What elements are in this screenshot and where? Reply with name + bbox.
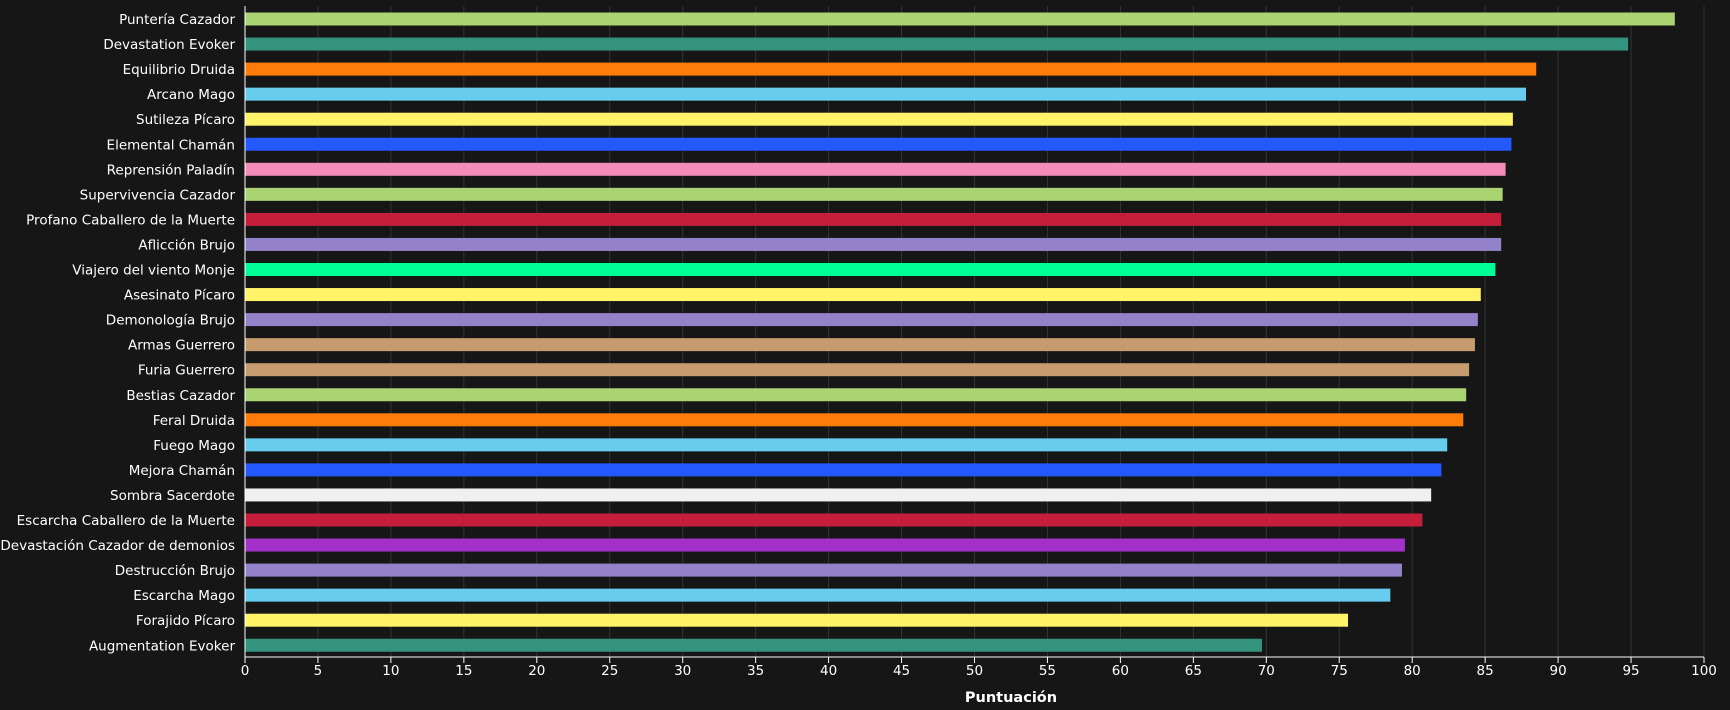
x-axis-title: Puntuación: [965, 690, 1057, 706]
bar-chart: Puntería Cazador Devastation Evoker Equili…: [0, 6, 1717, 706]
x-tick-label-75: 75: [1331, 663, 1348, 679]
category-label-16: Bestias Cazador: [126, 388, 235, 404]
bar-1: [245, 12, 1675, 26]
category-label-7: Reprensión Paladín: [107, 162, 235, 178]
x-tick-label-20: 20: [528, 663, 545, 679]
bar-3: [245, 62, 1537, 76]
category-label-17: Feral Druida: [153, 413, 235, 429]
grid-lines: [317, 6, 1705, 657]
bar-8: [245, 187, 1503, 201]
bar-26: [245, 638, 1262, 652]
x-tick-label-35: 35: [747, 663, 764, 679]
bar-13: [245, 313, 1478, 327]
bar-17: [245, 413, 1464, 427]
x-tick-label-90: 90: [1550, 663, 1567, 679]
chart-container: Puntería Cazador Devastation Evoker Equili…: [0, 0, 1730, 710]
x-tick-label-15: 15: [455, 663, 472, 679]
category-label-14: Armas Guerrero: [128, 338, 235, 354]
category-label-9: Profano Caballero de la Muerte: [26, 212, 235, 228]
x-tick-label-30: 30: [674, 663, 691, 679]
x-tick-label-50: 50: [966, 663, 983, 679]
x-tick-label-70: 70: [1258, 663, 1275, 679]
category-label-22: Devastación Cazador de demonios: [0, 538, 235, 554]
bar-5: [245, 112, 1513, 126]
bars: [245, 12, 1675, 652]
bar-23: [245, 563, 1402, 577]
category-label-19: Mejora Chamán: [129, 463, 235, 479]
x-tick-label-25: 25: [601, 663, 618, 679]
bar-22: [245, 538, 1405, 552]
x-tick-label-80: 80: [1404, 663, 1421, 679]
category-label-4: Arcano Mago: [147, 87, 235, 103]
category-label-2: Devastation Evoker: [103, 37, 235, 53]
category-label-1: Puntería Cazador: [119, 12, 235, 28]
x-tick-label-100: 100: [1691, 663, 1717, 679]
category-label-15: Furia Guerrero: [138, 363, 235, 379]
category-label-24: Escarcha Mago: [133, 588, 235, 604]
bar-18: [245, 438, 1448, 452]
x-tick-label-40: 40: [820, 663, 837, 679]
category-label-13: Demonología Brujo: [106, 313, 235, 329]
bar-6: [245, 137, 1512, 151]
category-label-18: Fuego Mago: [153, 438, 235, 454]
bar-19: [245, 463, 1442, 477]
x-tick-label-55: 55: [1039, 663, 1056, 679]
category-label-12: Asesinato Pícaro: [124, 288, 235, 304]
category-label-23: Destrucción Brujo: [115, 563, 235, 579]
bar-7: [245, 162, 1506, 176]
x-tick-label-0: 0: [241, 663, 250, 679]
bar-25: [245, 613, 1349, 627]
category-label-10: Aflicción Brujo: [138, 237, 235, 253]
category-label-5: Sutileza Pícaro: [136, 112, 235, 128]
x-tick-label-65: 65: [1185, 663, 1202, 679]
bar-21: [245, 513, 1423, 527]
category-label-8: Supervivencia Cazador: [80, 187, 236, 203]
category-label-25: Forajido Pícaro: [136, 613, 235, 629]
bar-12: [245, 288, 1481, 302]
bar-4: [245, 87, 1527, 101]
bar-11: [245, 263, 1496, 276]
bar-15: [245, 363, 1470, 377]
bar-14: [245, 338, 1475, 352]
category-label-11: Viajero del viento Monje: [72, 263, 235, 279]
category-labels: Puntería Cazador Devastation Evoker Equili…: [0, 12, 235, 654]
bar-20: [245, 488, 1432, 502]
category-label-6: Elemental Chamán: [107, 137, 235, 153]
x-tick-label-85: 85: [1477, 663, 1494, 679]
bar-24: [245, 588, 1391, 602]
x-tick-label-60: 60: [1112, 663, 1129, 679]
bar-16: [245, 388, 1467, 402]
category-label-3: Equilibrio Druida: [123, 62, 235, 78]
bar-10: [245, 237, 1502, 251]
category-label-20: Sombra Sacerdote: [110, 488, 235, 504]
x-tick-label-10: 10: [382, 663, 399, 679]
bar-9: [245, 212, 1502, 226]
bar-2: [245, 37, 1629, 51]
x-tick-label-95: 95: [1622, 663, 1639, 679]
category-label-26: Augmentation Evoker: [89, 638, 236, 654]
x-tick-label-45: 45: [893, 663, 910, 679]
x-tick-label-5: 5: [314, 663, 323, 679]
category-label-21: Escarcha Caballero de la Muerte: [17, 513, 235, 529]
